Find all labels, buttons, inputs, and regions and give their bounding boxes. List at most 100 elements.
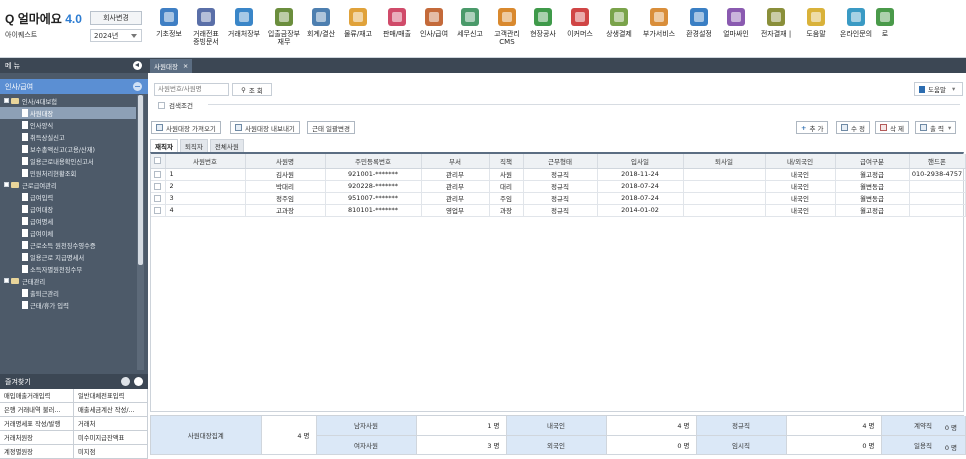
table-row[interactable]: 1 김사원 921001-******* 관리부 사원 정규직 2018-11-24 내국인 월…	[151, 168, 966, 181]
table-row[interactable]: 4 고과장 810101-******* 영업부 과장 정규직 2014-01-02 내국인 월…	[151, 204, 966, 217]
table-row[interactable]: 2 박대리 920228-******* 관리부 대리 정규직 2018-07-24 내국인 월…	[151, 180, 966, 193]
favorite-item[interactable]: 거래명세표 작성/발행	[0, 417, 74, 431]
menu-item-6[interactable]: 판매/매출	[378, 0, 416, 58]
sidebar-item-14[interactable]: 소득자별원천징수부	[0, 263, 136, 275]
sidebar-item-8[interactable]: 급여입력	[0, 191, 136, 203]
column-header[interactable]: 퇴사일	[683, 154, 766, 169]
menu-item-13[interactable]: 부가서비스	[638, 0, 680, 58]
menu-item-4[interactable]: 회계/결산	[304, 0, 338, 58]
column-header[interactable]: 직책	[489, 154, 524, 169]
column-header[interactable]: 핸드폰	[909, 154, 966, 169]
collapse-box-icon[interactable]	[4, 98, 9, 103]
favorite-item[interactable]: 거래처	[74, 417, 148, 431]
tab-active-employees[interactable]: 재직자	[150, 139, 178, 152]
favorite-item[interactable]: 거래처원장	[0, 431, 74, 445]
sidebar-item-16[interactable]: 출퇴근관리	[0, 287, 136, 299]
column-header[interactable]: 사원번호	[165, 154, 246, 169]
menu-item-10[interactable]: 현장공사	[526, 0, 560, 58]
collapse-box-icon[interactable]	[4, 182, 9, 187]
favorite-item[interactable]: 은행 거래내역 불러...	[0, 403, 74, 417]
sidebar-scrollbar[interactable]	[137, 95, 144, 370]
column-header[interactable]: 급여구분	[835, 154, 910, 169]
search-button[interactable]: ⚲ 조 회	[232, 83, 272, 96]
menu-item-11[interactable]: 이커머스	[560, 0, 600, 58]
table-row[interactable]: 3 정주임 951007-******* 관리부 주임 정규직 2018-07-24 내국인 월…	[151, 192, 966, 205]
sidebar-item-15[interactable]: 근태관리	[0, 275, 136, 287]
sidebar-item-10[interactable]: 급여명세	[0, 215, 136, 227]
row-checkbox-cell[interactable]	[151, 192, 166, 205]
sidebar-item-12[interactable]: 근로소득 원천징수영수증	[0, 239, 136, 251]
sidebar-item-4[interactable]: 보수총액신고(고용/산재)	[0, 143, 136, 155]
sidebar-item-17[interactable]: 근태/휴가 입력	[0, 299, 136, 311]
menu-item-5[interactable]: 물류/재고	[338, 0, 378, 58]
row-checkbox-cell[interactable]	[151, 168, 166, 181]
tab-employee-register[interactable]: 사원대장 ×	[150, 59, 192, 73]
print-button[interactable]: 출 력 ▾	[915, 121, 957, 134]
sidebar-item-1[interactable]: 사원대장	[0, 107, 136, 119]
menu-item-9[interactable]: 고객관리 CMS	[488, 0, 526, 58]
search-input[interactable]	[154, 83, 229, 96]
sidebar-item-5[interactable]: 일용근로내용확인신고서	[0, 155, 136, 167]
favorite-item[interactable]: 일반대체전표입력	[74, 389, 148, 403]
sidebar-item-11[interactable]: 급여이체	[0, 227, 136, 239]
column-header[interactable]: 부서	[421, 154, 490, 169]
menu-item-3[interactable]: 입출금장부 재무	[264, 0, 304, 58]
tab-all-employees[interactable]: 전체사원	[209, 139, 244, 152]
year-select[interactable]: 2024년	[90, 29, 142, 42]
menu-item-17[interactable]: 도움말	[798, 0, 834, 58]
scrollbar-thumb[interactable]	[138, 95, 143, 265]
column-header[interactable]: 내/외국인	[765, 154, 836, 169]
select-all-checkbox-cell[interactable]	[151, 154, 166, 169]
menu-item-2[interactable]: 거래처장부	[224, 0, 264, 58]
sidebar-item-0[interactable]: 인사/4대보험	[0, 95, 136, 107]
favorite-item[interactable]: 미지점	[74, 445, 148, 459]
sidebar-item-6[interactable]: 민원처리현황조회	[0, 167, 136, 179]
sidebar-item-7[interactable]: 근로급여관리	[0, 179, 136, 191]
column-header[interactable]: 입사일	[597, 154, 684, 169]
checkbox[interactable]	[154, 182, 162, 190]
favorite-item[interactable]: 매입매출거래입력	[0, 389, 74, 403]
delete-button[interactable]: 삭 제	[875, 121, 910, 134]
sidebar-item-2[interactable]: 인사양식	[0, 119, 136, 131]
menu-item-16[interactable]: 전자결재 |	[754, 0, 798, 58]
row-checkbox-cell[interactable]	[151, 180, 166, 193]
close-icon[interactable]: ×	[183, 62, 188, 70]
menu-item-12[interactable]: 상생결제	[600, 0, 638, 58]
column-header[interactable]: 사원명	[245, 154, 326, 169]
collapse-box-icon[interactable]	[4, 278, 9, 283]
favorite-item[interactable]: 계정별원장	[0, 445, 74, 459]
search-condition-toggle[interactable]: 검색조건	[158, 100, 193, 110]
sidebar-item-13[interactable]: 일용근로 지급명세서	[0, 251, 136, 263]
checkbox[interactable]	[154, 206, 162, 214]
checkbox[interactable]	[158, 101, 165, 109]
column-header[interactable]: 주민등록번호	[325, 154, 422, 169]
tab-retired-employees[interactable]: 퇴직자	[179, 139, 208, 152]
checkbox[interactable]	[154, 157, 162, 165]
menu-item-7[interactable]: 인사/급여	[416, 0, 452, 58]
export-register-button[interactable]: 사원대장 내보내기	[230, 121, 300, 134]
sidebar-group-hr[interactable]: 인사/급여	[0, 79, 148, 94]
menu-item-18[interactable]: 온라인문의	[834, 0, 878, 58]
checkbox[interactable]	[154, 194, 162, 202]
row-checkbox-cell[interactable]	[151, 204, 166, 217]
chevron-down-icon[interactable]	[134, 377, 143, 386]
minus-icon[interactable]	[133, 82, 142, 91]
help-button[interactable]: 도움말 ▾	[914, 82, 963, 96]
favorite-item[interactable]: 매출세금계산 작성/...	[74, 403, 148, 417]
menu-item-19[interactable]: 로	[876, 0, 894, 58]
sidebar-collapse-icon[interactable]	[133, 61, 142, 70]
company-change-button[interactable]: 회사변경	[90, 11, 142, 25]
menu-item-8[interactable]: 세무신고	[452, 0, 488, 58]
menu-item-15[interactable]: 얼마싸인	[718, 0, 754, 58]
add-button[interactable]: + 추 가	[796, 121, 829, 134]
sidebar-item-3[interactable]: 취득상실신고	[0, 131, 136, 143]
favorite-item[interactable]: 미수미지급잔액표	[74, 431, 148, 445]
column-header[interactable]: 근무형태	[523, 154, 598, 169]
menu-item-1[interactable]: 거래전표 증빙문서	[188, 0, 224, 58]
gear-icon[interactable]	[121, 377, 130, 386]
import-register-button[interactable]: 사원대장 가져오기	[151, 121, 221, 134]
menu-item-0[interactable]: 기초정보	[150, 0, 188, 58]
menu-item-14[interactable]: 환경설정	[680, 0, 718, 58]
sidebar-item-9[interactable]: 급여대장	[0, 203, 136, 215]
checkbox[interactable]	[154, 170, 162, 178]
